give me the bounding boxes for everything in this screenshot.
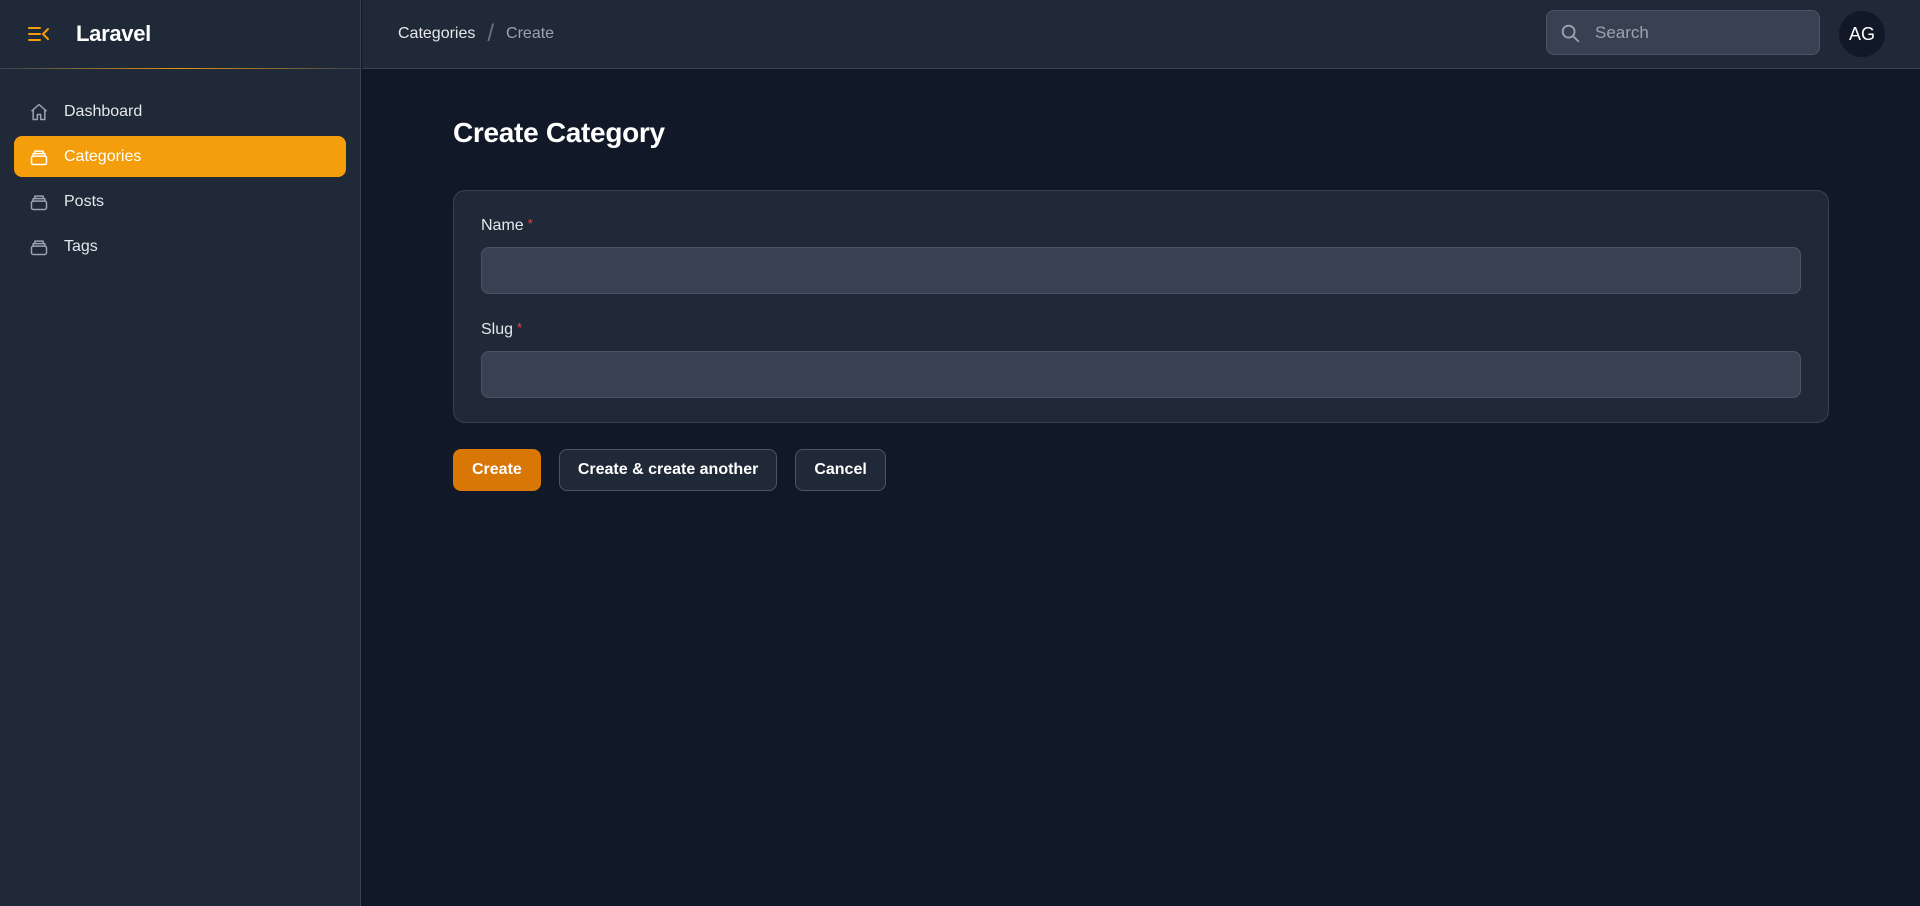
archive-icon	[28, 191, 50, 213]
sidebar-item-label: Tags	[64, 237, 98, 255]
breadcrumb-categories-link[interactable]: Categories	[398, 25, 475, 43]
user-avatar[interactable]: AG	[1839, 11, 1885, 57]
sidebar-nav: Dashboard Categories Posts Tags	[0, 69, 360, 267]
sidebar-item-categories[interactable]: Categories	[14, 136, 346, 177]
required-marker: *	[517, 320, 523, 335]
name-label-text: Name	[481, 217, 524, 234]
slug-input[interactable]	[481, 351, 1801, 398]
required-marker: *	[527, 216, 533, 231]
create-button[interactable]: Create	[453, 449, 541, 491]
form-card: Name * Slug *	[453, 190, 1829, 423]
breadcrumb-current: Create	[506, 25, 555, 42]
global-search	[1546, 10, 1820, 55]
sidebar-item-tags[interactable]: Tags	[14, 226, 346, 267]
topbar: Categories / Create AG	[362, 0, 1920, 69]
page-title: Create Category	[453, 117, 665, 148]
collapse-sidebar-icon[interactable]	[28, 22, 52, 46]
breadcrumb: Categories / Create	[362, 20, 554, 48]
brand-header: Laravel	[0, 0, 360, 69]
breadcrumb-separator: /	[487, 20, 495, 47]
create-and-create-another-button[interactable]: Create & create another	[558, 449, 778, 491]
name-field-label: Name *	[481, 217, 1801, 235]
sidebar: Laravel Dashboard Categories Posts Tags	[0, 0, 361, 906]
slug-field-label: Slug *	[481, 321, 1801, 339]
cancel-button[interactable]: Cancel	[795, 449, 886, 491]
search-icon	[1559, 22, 1581, 44]
sidebar-item-posts[interactable]: Posts	[14, 181, 346, 222]
form-actions: Create Create & create another Cancel	[453, 449, 1829, 491]
name-input[interactable]	[481, 247, 1801, 294]
brand-title[interactable]: Laravel	[76, 21, 151, 47]
sidebar-item-label: Posts	[64, 192, 105, 210]
sidebar-item-dashboard[interactable]: Dashboard	[14, 91, 346, 132]
home-icon	[28, 101, 50, 123]
archive-icon	[28, 236, 50, 258]
sidebar-item-label: Dashboard	[64, 102, 143, 120]
slug-label-text: Slug	[481, 321, 514, 338]
main-content: Create Category Name * Slug * Create Cre…	[453, 69, 1829, 491]
archive-icon	[28, 146, 50, 168]
sidebar-item-label: Categories	[64, 147, 142, 165]
search-input[interactable]	[1595, 22, 1795, 43]
